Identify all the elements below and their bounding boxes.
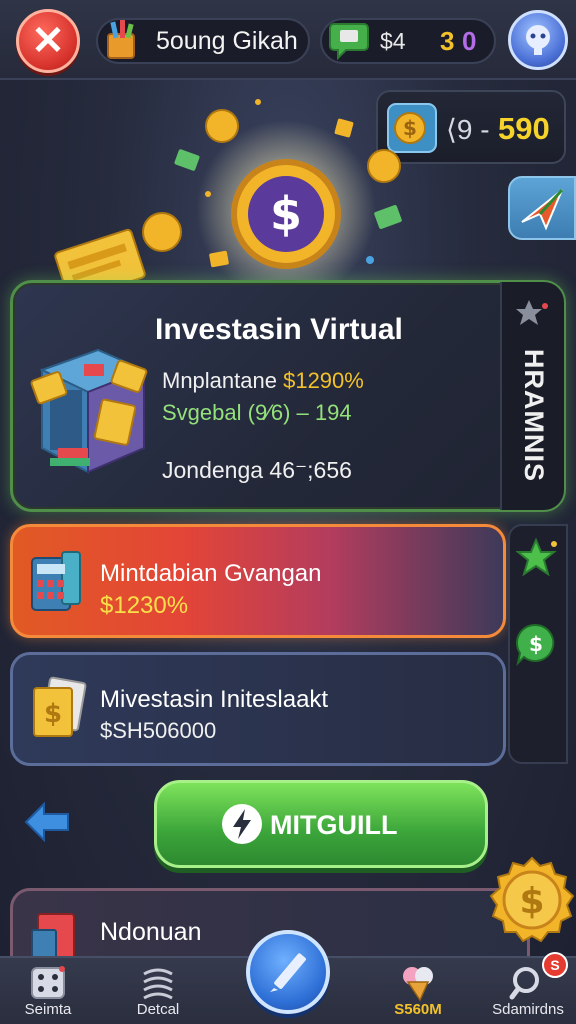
- avatar-icon: [526, 25, 550, 55]
- counter-digit-0: 0: [462, 26, 477, 56]
- svg-text:$: $: [270, 187, 302, 241]
- coin-value: $4: [380, 28, 406, 54]
- money-stack-icon: $: [33, 676, 87, 737]
- investment-stat-primary: Mnplantane $1290%: [162, 368, 364, 394]
- share-tab-button[interactable]: [508, 176, 576, 240]
- nav-label-detcal: Detcal: [136, 1001, 180, 1018]
- calculator-icon: [31, 551, 81, 611]
- nav-label-seimta: Seimta: [24, 1001, 72, 1018]
- stack-layers-icon: [143, 968, 173, 1000]
- investment-card-side-label: HRAMNIS: [518, 348, 549, 482]
- savings-card-title: Ndonuan: [100, 918, 202, 946]
- lightning-bolt-icon: [222, 804, 262, 844]
- notification-badge: S: [542, 952, 568, 978]
- center-edit-button[interactable]: [246, 930, 330, 1014]
- svg-text:$: $: [519, 881, 544, 922]
- paper-plane-icon: [521, 188, 564, 231]
- balance-value: 590: [498, 111, 550, 146]
- pencil-cup-icon: [107, 20, 135, 59]
- portfolio-card-title: Mivestasin Initeslaakt: [100, 686, 329, 713]
- investment-stat-primary-label: Mnplantane: [162, 368, 284, 393]
- market-card-title: Mintdabian Gvangan: [100, 560, 322, 587]
- nav-label-sdamirdns: Sdamirdns: [492, 1001, 564, 1018]
- close-button[interactable]: ✕: [16, 9, 80, 73]
- dice-icon: [31, 966, 65, 999]
- gold-dollar-coin-icon: $: [489, 856, 575, 943]
- back-arrow-icon[interactable]: [22, 800, 72, 844]
- investment-card-title: Investasin Virtual: [155, 313, 403, 346]
- profile-avatar-button[interactable]: [508, 10, 568, 70]
- counter-digit-3: 3: [440, 26, 455, 56]
- investment-stat-primary-value: $1290%: [283, 368, 364, 393]
- green-star-icon[interactable]: [516, 538, 560, 578]
- market-card-value: $1230%: [100, 592, 189, 619]
- chat-bubble-icon: [329, 23, 369, 61]
- investment-stat-tertiary: Jondenga 46⁻;656: [162, 457, 352, 483]
- star-icon: [516, 300, 548, 325]
- dollar-chat-icon[interactable]: $: [514, 622, 558, 666]
- nav-item-s560m[interactable]: S560M: [370, 956, 466, 1024]
- treasure-box-icon: [30, 348, 148, 474]
- ice-cream-icon: [403, 967, 433, 1002]
- money-burst-illustration: $: [54, 99, 402, 302]
- invest-action-label: MITGUILL: [270, 810, 398, 840]
- nav-item-detcal[interactable]: Detcal: [110, 956, 206, 1024]
- svg-text:$: $: [529, 632, 543, 656]
- pencil-icon: [270, 953, 306, 992]
- nav-item-seimta[interactable]: Seimta: [0, 956, 96, 1024]
- investment-stat-secondary: Svgebal (9⁄6) – 194: [162, 400, 352, 425]
- portfolio-card-value: $SH506000: [100, 718, 217, 743]
- svg-text:$: $: [44, 699, 62, 729]
- balance-label: ⟨9 -: [446, 114, 490, 145]
- nav-label-s560m: S560M: [394, 1001, 442, 1018]
- player-name: 5oung Gikah: [156, 27, 298, 55]
- close-icon: ✕: [31, 19, 65, 63]
